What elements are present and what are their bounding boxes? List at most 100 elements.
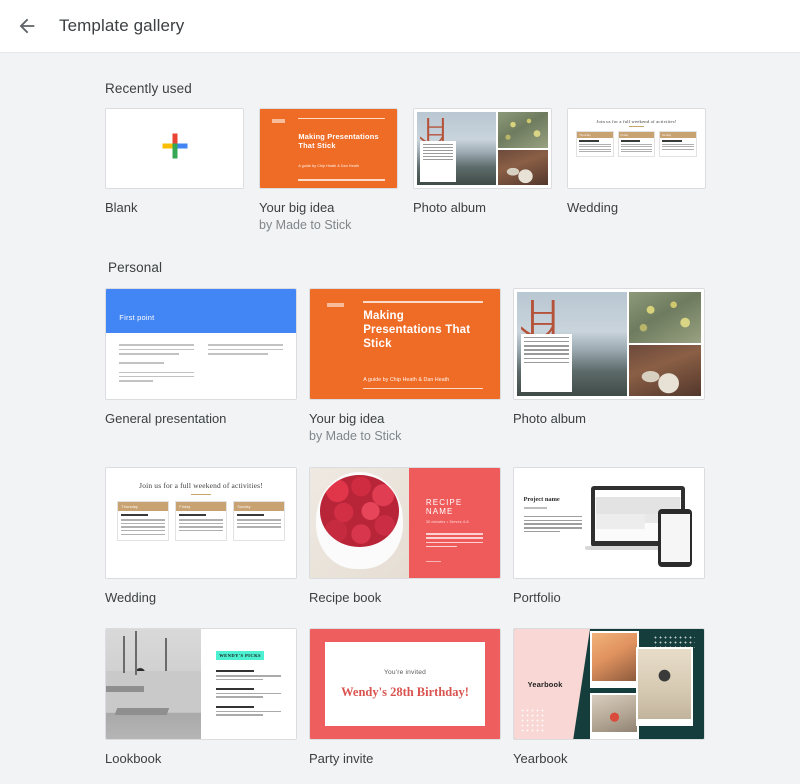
bigidea-heading: Making Presentations That Stick (363, 309, 471, 350)
wedding-column-body (118, 511, 167, 540)
bigidea-mark (327, 303, 345, 307)
bigidea-rule-bottom (298, 179, 385, 181)
recipe-body-lines (425, 533, 483, 548)
portfolio-text-block: Project name (523, 479, 582, 566)
back-button[interactable] (15, 14, 39, 38)
wedding-day: Thursday (118, 502, 168, 512)
template-caption: Portfolio (513, 579, 705, 606)
wedding-column-body (176, 511, 225, 537)
bigidea-mark (272, 119, 285, 123)
google-plus-icon (160, 131, 190, 166)
wedding-column: Thursday (117, 501, 169, 542)
template-card-party-invite[interactable]: You're invited Wendy's 28th Birthday! Pa… (309, 628, 501, 767)
template-thumbnail-recipe-book[interactable]: RECIPE NAME 30 minutes • Serves 4-6 (309, 467, 501, 579)
template-card-yearbook[interactable]: Yearbook Yearbook (513, 628, 705, 767)
wedding-artwork: Join us for a full weekend of activities… (106, 468, 296, 578)
bigidea-artwork: Making Presentations That Stick A guide … (310, 289, 500, 399)
template-card-your-big-idea[interactable]: Making Presentations That Stick A guide … (259, 108, 398, 234)
polaroid-photo (635, 646, 693, 726)
general-header-band: First point (106, 289, 296, 333)
bigidea-rule-bottom (363, 387, 483, 390)
bigidea-byline: A guide by Chip Heath & Dan Heath (363, 377, 450, 384)
wedding-day: Sunday (234, 502, 284, 512)
template-name: Wedding (105, 590, 157, 605)
template-card-portfolio[interactable]: Project name Portfolio (513, 467, 705, 606)
template-name: General presentation (105, 411, 227, 426)
portfolio-title: Project name (523, 496, 560, 504)
wedding-title: Join us for a full weekend of activities… (596, 118, 677, 124)
bigidea-artwork: Making Presentations That Stick A guide … (260, 109, 397, 188)
photo-caption-card (420, 141, 457, 183)
wedding-columns: Thursday Friday Sunday (576, 131, 697, 157)
template-thumbnail-photo-album[interactable] (413, 108, 552, 189)
bigidea-rule-top (298, 117, 385, 120)
template-thumbnail-portfolio[interactable]: Project name (513, 467, 705, 579)
template-name: Wedding (567, 200, 619, 215)
palm-tree (164, 637, 167, 671)
template-card-general-presentation[interactable]: First point General presentation (105, 288, 297, 445)
template-thumbnail-party-invite[interactable]: You're invited Wendy's 28th Birthday! (309, 628, 501, 740)
general-presentation-artwork: First point (106, 289, 296, 399)
template-thumbnail-wedding[interactable]: Join us for a full weekend of activities… (567, 108, 706, 189)
template-caption: Yearbook (513, 740, 705, 767)
template-name: Portfolio (513, 590, 561, 605)
ramp-shape (114, 708, 169, 715)
template-card-recipe-book[interactable]: RECIPE NAME 30 minutes • Serves 4-6 Reci… (309, 467, 501, 606)
wedding-column-body (619, 138, 655, 156)
page-title: Template gallery (59, 16, 185, 35)
recently-used-row: Blank Making Presentations That Stick A … (0, 108, 800, 234)
invite-inner-panel: You're invited Wendy's 28th Birthday! (325, 642, 485, 726)
template-name: Your big idea (309, 411, 385, 426)
template-thumbnail-your-big-idea[interactable]: Making Presentations That Stick A guide … (259, 108, 398, 189)
template-card-blank[interactable]: Blank (105, 108, 244, 234)
wedding-column-body (660, 138, 696, 153)
template-card-lookbook[interactable]: WENDY'S PICKS Lookbook (105, 628, 297, 767)
phone-mockup (658, 509, 693, 567)
template-thumbnail-your-big-idea[interactable]: Making Presentations That Stick A guide … (309, 288, 501, 400)
recipe-title: RECIPE NAME (425, 498, 463, 517)
wedding-day: Friday (176, 502, 226, 512)
raspberries-photo (310, 468, 409, 578)
berries-shape (320, 475, 399, 547)
template-thumbnail-blank[interactable] (105, 108, 244, 189)
yearbook-pink-panel: Yearbook (514, 629, 590, 739)
recipe-panel: RECIPE NAME 30 minutes • Serves 4-6 (408, 468, 500, 578)
template-name: Recipe book (309, 590, 382, 605)
app-header: Template gallery (0, 0, 800, 53)
lookbook-panel: WENDY'S PICKS (201, 629, 296, 739)
table-photo (497, 149, 548, 185)
template-thumbnail-wedding[interactable]: Join us for a full weekend of activities… (105, 467, 297, 579)
invite-subtitle: You're invited (384, 669, 426, 676)
template-caption: Photo album (513, 400, 705, 427)
template-name: Photo album (513, 411, 586, 426)
bridge-photo (417, 112, 496, 185)
template-thumbnail-lookbook[interactable]: WENDY'S PICKS (105, 628, 297, 740)
bigidea-rule-top (363, 301, 483, 303)
template-caption: Party invite (309, 740, 501, 767)
template-thumbnail-general-presentation[interactable]: First point (105, 288, 297, 400)
recipe-book-artwork: RECIPE NAME 30 minutes • Serves 4-6 (310, 468, 500, 578)
bigidea-heading: Making Presentations That Stick (298, 131, 379, 150)
bigidea-byline: A guide by Chip Heath & Dan Heath (298, 163, 359, 168)
skatepark-photo (106, 629, 201, 739)
ramp-shape (106, 686, 144, 692)
photo-crowd (592, 694, 638, 732)
bowl-shape (315, 472, 403, 570)
template-card-your-big-idea[interactable]: Making Presentations That Stick A guide … (309, 288, 501, 445)
template-caption: Photo album (413, 189, 552, 216)
flowers-photo (497, 112, 548, 148)
yearbook-title: Yearbook (527, 679, 563, 689)
template-thumbnail-photo-album[interactable] (513, 288, 705, 400)
template-card-wedding[interactable]: Join us for a full weekend of activities… (567, 108, 706, 234)
wedding-column-body (577, 138, 613, 156)
template-card-photo-album[interactable]: Photo album (513, 288, 705, 445)
template-caption: Your big idea by Made to Stick (259, 189, 398, 234)
template-card-wedding[interactable]: Join us for a full weekend of activities… (105, 467, 297, 606)
template-thumbnail-yearbook[interactable]: Yearbook (513, 628, 705, 740)
recipe-meta: 30 minutes • Serves 4-6 (425, 520, 469, 525)
table-photo (629, 345, 701, 396)
template-author: by Made to Stick (259, 218, 352, 232)
general-heading: First point (119, 312, 155, 322)
template-card-photo-album[interactable]: Photo album (413, 108, 552, 234)
template-name: Lookbook (105, 751, 162, 766)
